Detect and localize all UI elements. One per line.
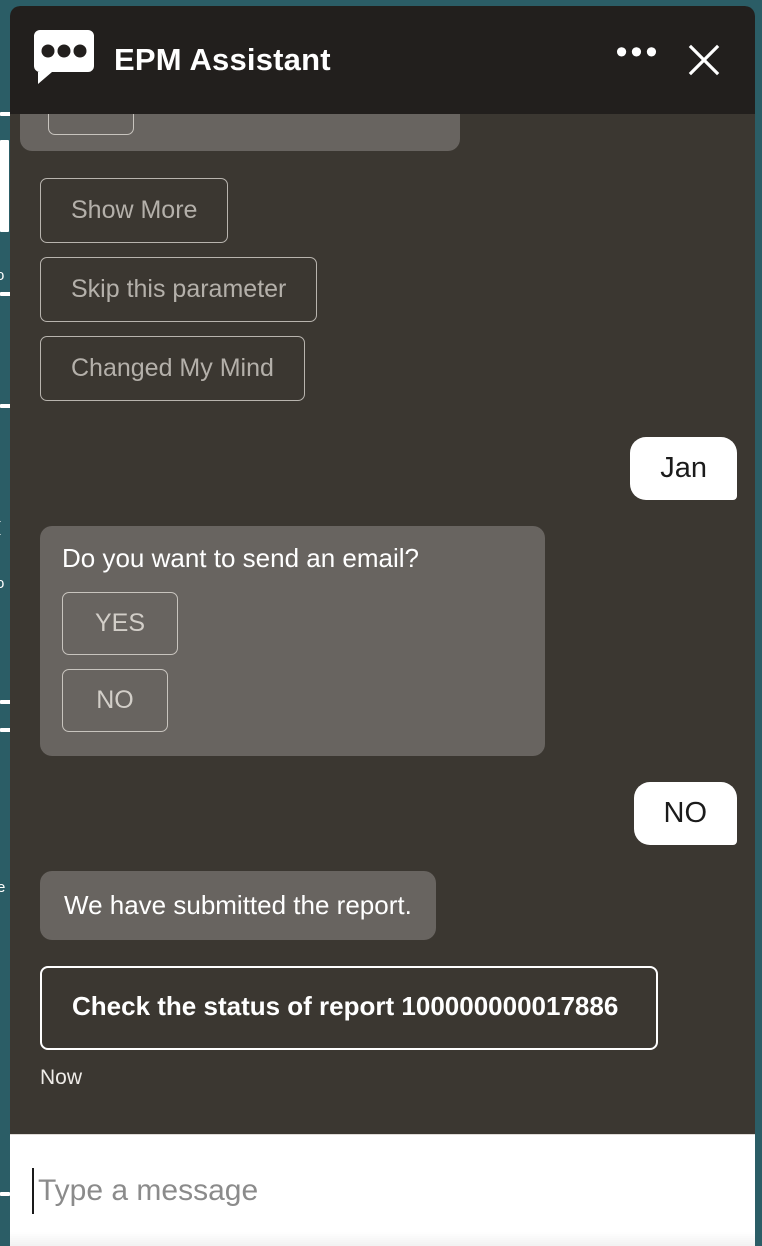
overflow-menu-icon[interactable]: •••	[611, 33, 665, 87]
composer-inner	[32, 1135, 733, 1246]
skip-this-parameter-button[interactable]: Skip this parameter	[40, 257, 318, 322]
message-row: We have submitted the report.	[40, 871, 737, 940]
chat-bubble-dots-icon	[30, 30, 98, 90]
user-message-bubble: Jan	[630, 437, 737, 500]
background-glyph: o	[0, 268, 5, 283]
background-glyph: (	[0, 520, 1, 535]
message-row: Do you want to send an email? YES NO	[40, 525, 737, 757]
email-prompt-bubble: Do you want to send an email? YES NO	[40, 525, 545, 757]
page-title: EPM Assistant	[114, 42, 331, 77]
message-row: Jan	[40, 437, 737, 500]
message-composer	[10, 1134, 755, 1246]
clipped-month-bubble: Jul	[20, 114, 460, 151]
chat-header: EPM Assistant •••	[10, 6, 755, 114]
check-report-status-card[interactable]: Check the status of report 1000000000178…	[40, 965, 658, 1051]
chat-widget: EPM Assistant ••• Jul Show More Skip thi…	[10, 6, 755, 1246]
no-button[interactable]: NO	[62, 669, 168, 733]
show-more-button[interactable]: Show More	[40, 178, 229, 243]
message-row: Skip this parameter	[40, 257, 737, 322]
submitted-confirmation-bubble: We have submitted the report.	[40, 871, 436, 940]
email-prompt-text: Do you want to send an email?	[62, 542, 419, 573]
message-input[interactable]	[34, 1135, 733, 1246]
conversation-scroll-area[interactable]: Jul Show More Skip this parameter Change…	[10, 114, 755, 1134]
month-chip-jul[interactable]: Jul	[48, 114, 134, 135]
message-row: Check the status of report 1000000000178…	[40, 965, 737, 1051]
message-row: Show More	[40, 178, 737, 243]
background-glyph: e	[0, 880, 6, 895]
background-fragment	[0, 140, 9, 232]
user-message-bubble: NO	[633, 782, 737, 846]
close-icon[interactable]	[677, 33, 731, 87]
message-row: NO	[40, 782, 737, 846]
yes-button[interactable]: YES	[62, 592, 178, 656]
message-timestamp: Now	[40, 1066, 83, 1090]
message-row: Changed My Mind	[40, 336, 737, 401]
background-fragment	[0, 1192, 10, 1196]
message-list: Show More Skip this parameter Changed My…	[40, 178, 737, 1090]
background-glyph: o	[0, 576, 5, 591]
email-prompt-options: YES NO	[62, 592, 523, 733]
changed-my-mind-button[interactable]: Changed My Mind	[40, 336, 305, 401]
